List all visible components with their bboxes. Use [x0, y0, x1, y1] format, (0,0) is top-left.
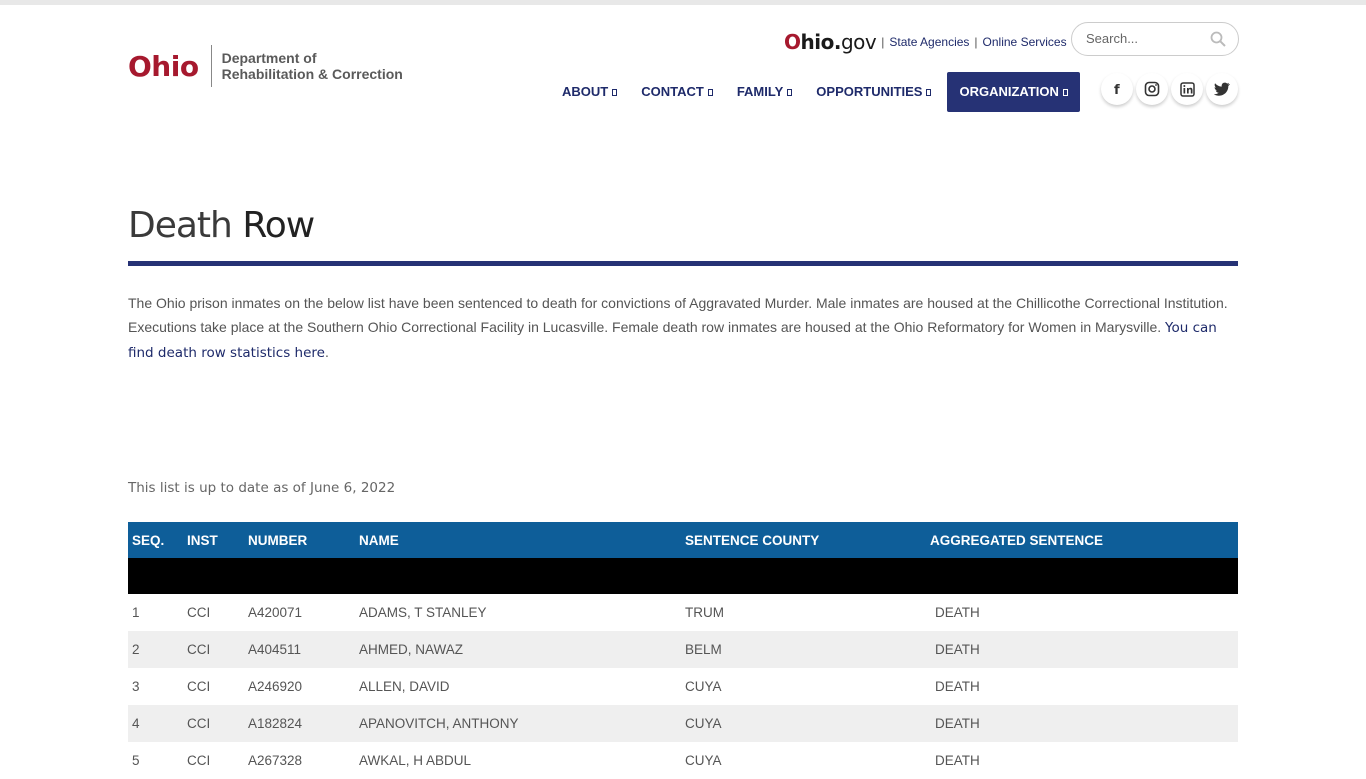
caret-icon: [1062, 88, 1068, 96]
search-box[interactable]: [1071, 22, 1239, 56]
cell-sentence: DEATH: [935, 753, 980, 768]
main-nav: ABOUT CONTACT FAMILY OPPORTUNITIES ORGAN…: [550, 72, 1080, 112]
intro-text: The Ohio prison inmates on the below lis…: [128, 295, 1228, 335]
department-name: Department of Rehabilitation & Correctio…: [222, 50, 403, 82]
svg-text:f: f: [1114, 83, 1120, 96]
intro-end: .: [324, 344, 329, 360]
nav-about[interactable]: ABOUT: [550, 72, 629, 112]
cell-name: ALLEN, DAVID: [359, 679, 450, 694]
cell-inst: CCI: [187, 716, 211, 731]
cell-sentence: DEATH: [935, 642, 980, 657]
header-aggregated-sentence[interactable]: AGGREGATED SENTENCE: [930, 522, 1238, 558]
cell-county: CUYA: [685, 753, 722, 768]
cell-county: CUYA: [685, 716, 722, 731]
social-links: f: [1101, 73, 1241, 105]
search-input[interactable]: [1084, 30, 1208, 47]
cell-sentence: DEATH: [935, 716, 980, 731]
separator: |: [881, 35, 885, 49]
caret-icon: [787, 88, 793, 96]
cell-sentence: DEATH: [935, 605, 980, 620]
table-row: 2 CCI A404511 AHMED, NAWAZ BELM DEATH: [128, 631, 1238, 668]
page-title-bold: Row: [242, 205, 315, 246]
cell-county: BELM: [685, 642, 722, 657]
cell-number: A267328: [248, 753, 303, 768]
header-seq[interactable]: SEQ.: [128, 522, 187, 558]
cell-inst: CCI: [187, 679, 211, 694]
header-number[interactable]: NUMBER: [248, 522, 359, 558]
cell-seq: 4: [132, 716, 140, 731]
table-row: 4 CCI A182824 APANOVITCH, ANTHONY CUYA D…: [128, 705, 1238, 742]
cell-inst: CCI: [187, 753, 211, 768]
table-row: 5 CCI A267328 AWKAL, H ABDUL CUYA DEATH: [128, 742, 1238, 779]
logo-divider: [210, 45, 212, 87]
nav-contact[interactable]: CONTACT: [629, 72, 725, 112]
cell-name: ADAMS, T STANLEY: [359, 605, 487, 620]
twitter-icon[interactable]: [1206, 73, 1238, 105]
separator: |: [974, 35, 978, 49]
caret-icon: [707, 88, 713, 96]
cell-name: APANOVITCH, ANTHONY: [359, 716, 519, 731]
cell-name: AWKAL, H ABDUL: [359, 753, 472, 768]
cell-inst: CCI: [187, 605, 211, 620]
intro-paragraph: The Ohio prison inmates on the below lis…: [128, 291, 1238, 365]
caret-icon: [926, 88, 932, 96]
department-line-1: Department of: [221, 50, 317, 66]
online-services-link[interactable]: Online Services: [983, 35, 1067, 49]
death-row-table: SEQ. INST NUMBER NAME SENTENCE COUNTY AG…: [128, 522, 1238, 779]
cell-seq: 3: [132, 679, 140, 694]
updated-date: This list is up to date as of June 6, 20…: [128, 480, 396, 496]
search-icon[interactable]: [1210, 31, 1226, 47]
page-title-light: Death: [128, 205, 233, 246]
cell-county: CUYA: [685, 679, 722, 694]
linkedin-icon[interactable]: [1171, 73, 1203, 105]
instagram-icon[interactable]: [1136, 73, 1168, 105]
caret-icon: [612, 88, 618, 96]
facebook-icon[interactable]: f: [1101, 73, 1133, 105]
cell-seq: 1: [132, 605, 140, 620]
cell-sentence: DEATH: [935, 679, 980, 694]
odrc-logo[interactable]: Ohio Department of Rehabilitation & Corr…: [128, 44, 403, 88]
cell-seq: 5: [132, 753, 140, 768]
cell-seq: 2: [132, 642, 140, 657]
cell-inst: CCI: [187, 642, 211, 657]
table-row: 3 CCI A246920 ALLEN, DAVID CUYA DEATH: [128, 668, 1238, 705]
filter-bar: [128, 558, 1238, 594]
state-agencies-link[interactable]: State Agencies: [889, 35, 969, 49]
ohio-wordmark: Ohio: [128, 49, 199, 83]
ohio-gov-logo[interactable]: Ohio.gov: [784, 30, 877, 54]
table-row: 1 CCI A420071 ADAMS, T STANLEY TRUM DEAT…: [128, 594, 1238, 631]
cell-number: A246920: [248, 679, 303, 694]
table-header: SEQ. INST NUMBER NAME SENTENCE COUNTY AG…: [128, 522, 1238, 558]
cell-county: TRUM: [685, 605, 724, 620]
cell-number: A404511: [248, 642, 302, 657]
cell-name: AHMED, NAWAZ: [359, 642, 463, 657]
nav-organization[interactable]: ORGANIZATION: [947, 72, 1080, 112]
cell-number: A420071: [248, 605, 303, 620]
nav-family[interactable]: FAMILY: [725, 72, 804, 112]
top-border: [0, 0, 1366, 5]
cell-number: A182824: [248, 716, 303, 731]
title-rule: [128, 261, 1238, 266]
nav-opportunities[interactable]: OPPORTUNITIES: [804, 72, 943, 112]
department-line-2: Rehabilitation & Correction: [221, 66, 403, 82]
header-name[interactable]: NAME: [359, 522, 685, 558]
header-inst[interactable]: INST: [187, 522, 248, 558]
page-title: Death Row: [128, 205, 315, 246]
header-sentence-county[interactable]: SENTENCE COUNTY: [685, 522, 930, 558]
utility-bar: Ohio.gov | State Agencies | Online Servi…: [784, 30, 1067, 54]
